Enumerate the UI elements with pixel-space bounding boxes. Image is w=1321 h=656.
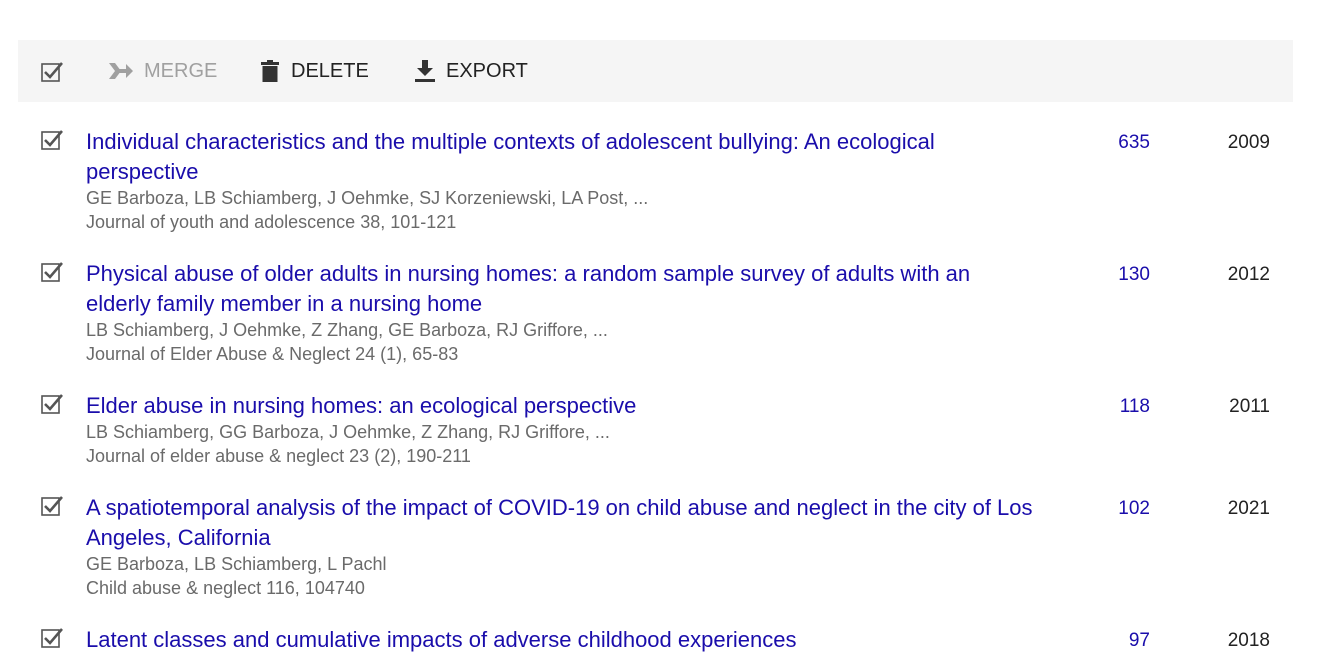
article-venue: Child abuse & neglect 116, 104740 (86, 578, 365, 598)
download-icon (415, 60, 435, 82)
article-year: 2012 (1227, 264, 1270, 285)
row-checkbox-icon[interactable] (40, 494, 64, 518)
cited-by-link[interactable]: 130 (1090, 260, 1150, 290)
article-title-link[interactable]: Latent classes and cumulative impacts of… (86, 625, 1036, 655)
export-button[interactable]: EXPORT (414, 40, 528, 102)
action-toolbar: MERGE DELETE EXPORT (18, 40, 1293, 102)
row-checkbox-icon[interactable] (40, 128, 64, 152)
row-checkbox-icon[interactable] (40, 260, 64, 284)
article-year: 2018 (1227, 630, 1270, 651)
row-checkbox-icon[interactable] (40, 626, 64, 650)
delete-label: DELETE (291, 59, 369, 82)
cited-by-link[interactable]: 102 (1090, 494, 1150, 524)
cited-by-link[interactable]: 635 (1090, 128, 1150, 158)
article-year: 2011 (1229, 396, 1270, 417)
article-venue: Journal of youth and adolescence 38, 101… (86, 212, 457, 232)
article-authors: LB Schiamberg, GG Barboza, J Oehmke, Z Z… (86, 422, 610, 442)
article-year: 2009 (1227, 132, 1270, 153)
trash-icon (261, 60, 279, 82)
article-authors: GE Barboza, LB Schiamberg, L Pachl (86, 554, 387, 574)
delete-button[interactable]: DELETE (259, 40, 369, 102)
article-venue: Journal of Elder Abuse & Neglect 24 (1),… (86, 344, 459, 364)
merge-icon (109, 63, 133, 79)
article-venue: Journal of elder abuse & neglect 23 (2),… (86, 446, 471, 466)
article-authors: LB Schiamberg, J Oehmke, Z Zhang, GE Bar… (86, 320, 608, 340)
article-authors: GE Barboza, LB Schiamberg, J Oehmke, SJ … (86, 188, 649, 208)
select-all-checkbox-icon[interactable] (40, 60, 64, 84)
cited-by-link[interactable]: 118 (1090, 392, 1150, 422)
article-title-link[interactable]: Individual characteristics and the multi… (86, 127, 1036, 187)
article-title-link[interactable]: Physical abuse of older adults in nursin… (86, 259, 1036, 319)
article-year: 2021 (1227, 498, 1270, 519)
article-title-link[interactable]: Elder abuse in nursing homes: an ecologi… (86, 391, 1036, 421)
article-title-link[interactable]: A spatiotemporal analysis of the impact … (86, 493, 1036, 553)
export-label: EXPORT (446, 59, 528, 82)
merge-button[interactable]: MERGE (108, 40, 217, 102)
cited-by-link[interactable]: 97 (1090, 626, 1150, 656)
row-checkbox-icon[interactable] (40, 392, 64, 416)
merge-label: MERGE (144, 59, 218, 82)
